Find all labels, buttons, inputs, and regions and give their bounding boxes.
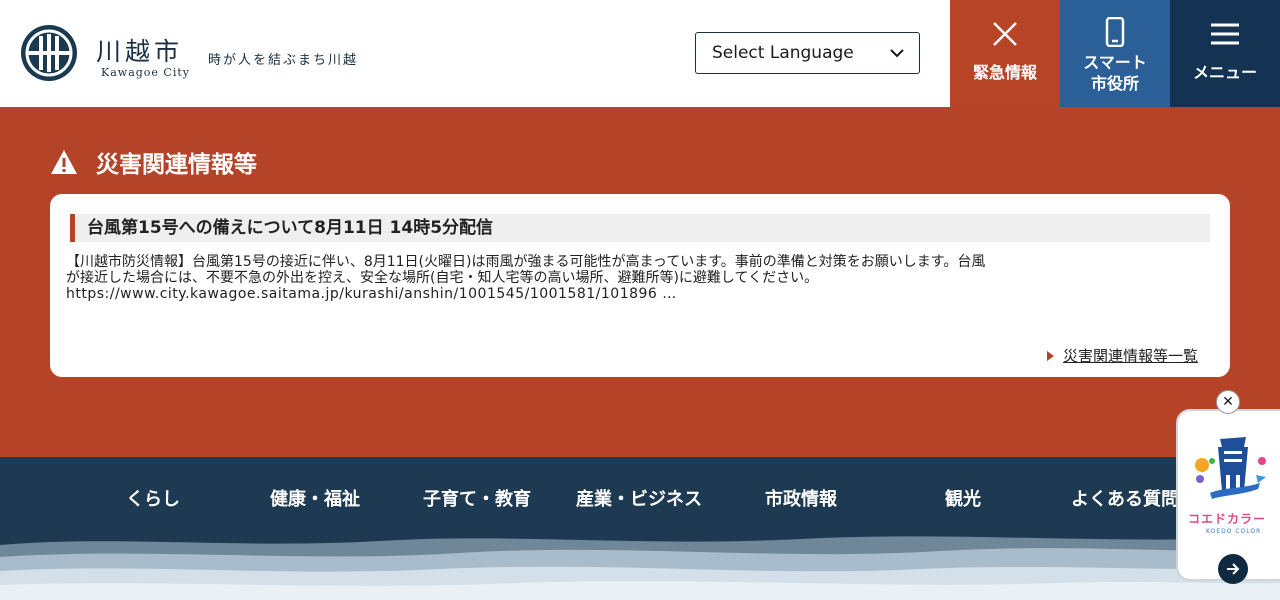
disaster-section-title: 災害関連情報等 bbox=[50, 145, 257, 179]
site-name-en: Kawagoe City bbox=[101, 66, 190, 79]
disaster-title-text: 災害関連情報等 bbox=[96, 152, 257, 178]
disaster-info-section: 災害関連情報等 台風第15号への備えについて8月11日 14時5分配信 【川越市… bbox=[0, 107, 1280, 457]
site-header: 川越市 Kawagoe City 時が人を結ぶまち川越 Select Langu… bbox=[0, 0, 1280, 107]
site-slogan: 時が人を結ぶまち川越 bbox=[208, 53, 359, 68]
disaster-notice-card: 台風第15号への備えについて8月11日 14時5分配信 【川越市防災情報】台風第… bbox=[50, 194, 1230, 377]
smart-city-hall-button[interactable]: スマート 市役所 bbox=[1060, 0, 1170, 107]
close-icon bbox=[989, 18, 1021, 50]
arrow-right-icon[interactable] bbox=[1218, 554, 1248, 584]
triangle-right-icon bbox=[1046, 350, 1054, 361]
decorative-waves bbox=[0, 536, 1280, 600]
language-select-label: Select Language bbox=[712, 43, 854, 63]
hamburger-icon bbox=[1209, 18, 1241, 50]
emergency-info-label: 緊急情報 bbox=[972, 63, 1037, 82]
site-name[interactable]: 川越市 bbox=[96, 32, 183, 68]
menu-button[interactable]: メニュー bbox=[1170, 0, 1280, 107]
smartphone-icon bbox=[1099, 16, 1131, 48]
koedo-color-illustration bbox=[1195, 437, 1266, 499]
smart-city-hall-label-1: スマート bbox=[1083, 53, 1147, 72]
widget-label: コエドカラー bbox=[1188, 512, 1267, 526]
close-icon: ✕ bbox=[1222, 394, 1234, 410]
warning-icon bbox=[51, 150, 77, 174]
language-select[interactable]: Select Language bbox=[695, 32, 920, 74]
widget-sublabel: KOEDO COLOR bbox=[1206, 528, 1262, 535]
chevron-down-icon bbox=[890, 49, 904, 58]
widget-close-button[interactable]: ✕ bbox=[1216, 390, 1240, 414]
emergency-info-button[interactable]: 緊急情報 bbox=[950, 0, 1060, 107]
koedo-color-widget[interactable]: コエドカラー KOEDO COLOR bbox=[1176, 409, 1280, 584]
menu-label: メニュー bbox=[1192, 63, 1257, 82]
global-nav: くらし 健康・福祉 子育て・教育 産業・ビジネス 市政情報 観光 よくある質問 bbox=[0, 457, 1280, 600]
notice-heading: 台風第15号への備えについて8月11日 14時5分配信 bbox=[70, 214, 1210, 242]
smart-city-hall-label-2: 市役所 bbox=[1090, 74, 1139, 93]
disaster-list-link[interactable]: 災害関連情報等一覧 bbox=[1046, 345, 1198, 366]
city-emblem-logo[interactable] bbox=[20, 24, 78, 82]
notice-url[interactable]: https://www.city.kawagoe.saitama.jp/kura… bbox=[66, 285, 1216, 303]
disaster-list-link-label: 災害関連情報等一覧 bbox=[1062, 347, 1198, 365]
